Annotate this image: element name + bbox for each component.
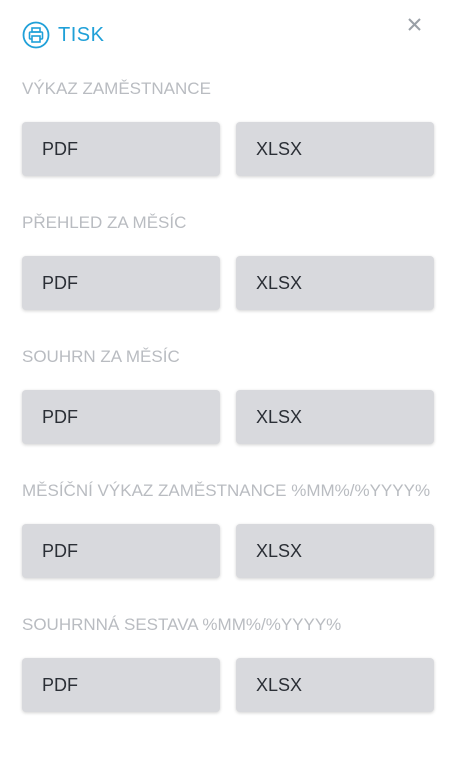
xlsx-button[interactable]: XLSX bbox=[236, 658, 434, 712]
button-row: PDF XLSX bbox=[22, 256, 434, 310]
xlsx-button[interactable]: XLSX bbox=[236, 122, 434, 176]
section-label: VÝKAZ ZAMĚSTNANCE bbox=[22, 79, 211, 98]
section-souhrn-za-mesic: SOUHRN ZA MĚSÍC PDF XLSX bbox=[22, 346, 434, 444]
button-row: PDF XLSX bbox=[22, 390, 434, 444]
pdf-button[interactable]: PDF bbox=[22, 658, 220, 712]
pdf-button[interactable]: PDF bbox=[22, 390, 220, 444]
xlsx-button[interactable]: XLSX bbox=[236, 524, 434, 578]
section-vykaz-zamestnance: VÝKAZ ZAMĚSTNANCE PDF XLSX bbox=[22, 78, 434, 176]
panel-title: TISK bbox=[58, 23, 105, 46]
panel-header: TISK bbox=[22, 20, 104, 50]
xlsx-button[interactable]: XLSX bbox=[236, 390, 434, 444]
print-panel: TISK VÝKAZ ZAMĚSTNANCE PDF XLSX PŘEHLED … bbox=[0, 0, 455, 763]
section-label: MĚSÍČNÍ VÝKAZ ZAMĚSTNANCE %MM%/%YYYY% bbox=[22, 481, 431, 500]
xlsx-button[interactable]: XLSX bbox=[236, 256, 434, 310]
section-mesicni-vykaz-zamestnance: MĚSÍČNÍ VÝKAZ ZAMĚSTNANCE %MM%/%YYYY% PD… bbox=[22, 480, 434, 578]
section-label: SOUHRN ZA MĚSÍC bbox=[22, 347, 180, 366]
pdf-button[interactable]: PDF bbox=[22, 122, 220, 176]
section-label: PŘEHLED ZA MĚSÍC bbox=[22, 213, 187, 232]
pdf-button[interactable]: PDF bbox=[22, 524, 220, 578]
button-row: PDF XLSX bbox=[22, 658, 434, 712]
section-label: SOUHRNNÁ SESTAVA %MM%/%YYYY% bbox=[22, 615, 342, 634]
button-row: PDF XLSX bbox=[22, 122, 434, 176]
close-button[interactable] bbox=[404, 14, 426, 36]
printer-icon bbox=[22, 21, 50, 49]
pdf-button[interactable]: PDF bbox=[22, 256, 220, 310]
button-row: PDF XLSX bbox=[22, 524, 434, 578]
section-prehled-za-mesic: PŘEHLED ZA MĚSÍC PDF XLSX bbox=[22, 212, 434, 310]
section-souhrnna-sestava: SOUHRNNÁ SESTAVA %MM%/%YYYY% PDF XLSX bbox=[22, 614, 434, 712]
close-icon[interactable] bbox=[404, 14, 426, 36]
